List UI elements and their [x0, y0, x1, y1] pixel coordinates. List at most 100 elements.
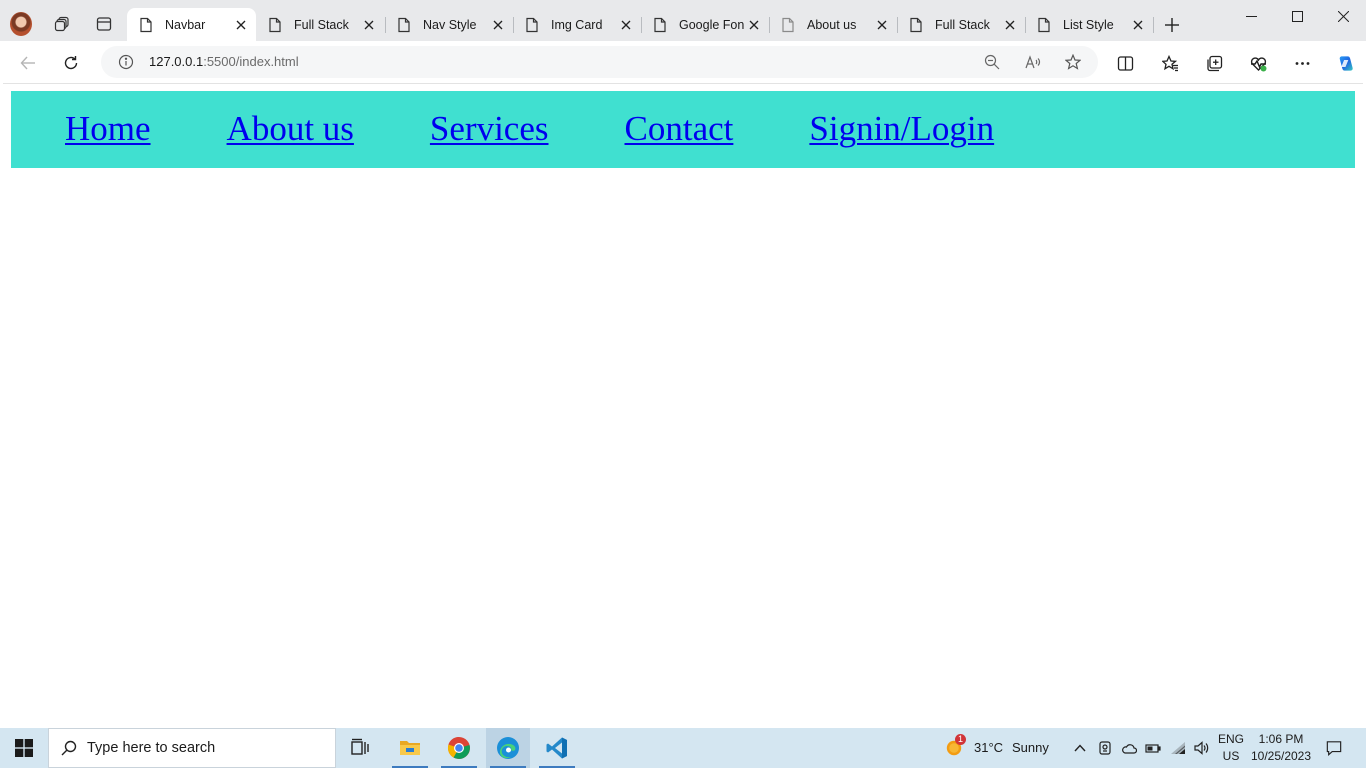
chevron-up-icon[interactable]: [1071, 739, 1089, 757]
refresh-button[interactable]: [58, 50, 84, 76]
nav-link-services[interactable]: Services: [430, 109, 549, 148]
file-explorer-button[interactable]: [388, 728, 432, 768]
tab-navbar[interactable]: Navbar: [127, 8, 256, 41]
star-icon[interactable]: [1064, 53, 1082, 71]
nav-item: About us: [227, 109, 354, 149]
close-window-button[interactable]: [1320, 0, 1366, 32]
clock-time: 1:06 PM: [1258, 732, 1304, 746]
nav-link-contact[interactable]: Contact: [625, 109, 734, 148]
page-icon: [1038, 17, 1050, 33]
chrome-icon: [447, 736, 470, 759]
browser-toolbar: 127.0.0.1:5500/index.html: [0, 41, 1366, 83]
tab-title: Navbar: [165, 17, 206, 32]
copilot-icon[interactable]: [1332, 50, 1358, 76]
url-path: :5500/index.html: [203, 54, 299, 69]
chrome-button[interactable]: [437, 728, 481, 768]
notifications-icon[interactable]: [1324, 738, 1344, 758]
tab-full-stack[interactable]: Full Stack: [256, 9, 384, 41]
zoom-out-icon[interactable]: [983, 53, 1001, 71]
page-icon: [910, 17, 922, 33]
minimize-button[interactable]: [1228, 0, 1274, 32]
close-icon[interactable]: [1001, 16, 1019, 34]
address-bar[interactable]: 127.0.0.1:5500/index.html: [101, 46, 1098, 78]
close-icon[interactable]: [1129, 16, 1147, 34]
nav-link-signin-login[interactable]: Signin/Login: [809, 109, 994, 148]
weather-condition[interactable]: Sunny: [1012, 740, 1049, 755]
plus-icon: [1165, 18, 1179, 32]
folder-icon: [400, 741, 420, 755]
task-view-icon: [351, 738, 369, 755]
tab-title: Nav Style: [423, 18, 477, 32]
edge-icon: [497, 737, 519, 759]
windows-taskbar: Type here to search 1 31°C Sunny ENG US …: [0, 728, 1366, 768]
language-indicator[interactable]: ENG US: [1214, 731, 1248, 765]
onedrive-icon[interactable]: [1120, 739, 1138, 757]
tab-separator: [1153, 17, 1154, 33]
nav-link-home[interactable]: Home: [65, 109, 151, 148]
close-icon[interactable]: [873, 16, 891, 34]
minimize-icon: [1245, 15, 1257, 17]
page-icon: [398, 17, 410, 33]
tab-full-stack-2[interactable]: Full Stack: [897, 9, 1025, 41]
tab-title: About us: [807, 18, 857, 32]
read-aloud-icon[interactable]: [1024, 53, 1042, 71]
tab-title: List Style: [1063, 18, 1114, 32]
page-icon: [654, 17, 666, 33]
nav-link-list: Home About us Services Contact Signin/Lo…: [65, 109, 1070, 149]
more-icon[interactable]: [1291, 52, 1313, 74]
task-view-button[interactable]: [338, 728, 382, 768]
close-icon[interactable]: [617, 16, 635, 34]
favorites-icon[interactable]: [1159, 52, 1181, 74]
tab-nav-style[interactable]: Nav Style: [385, 9, 513, 41]
nav-link-about-us[interactable]: About us: [227, 109, 354, 148]
refresh-icon: [64, 56, 78, 70]
url-host: 127.0.0.1: [149, 54, 204, 69]
weather-temp[interactable]: 31°C: [974, 740, 1003, 755]
nav-item: Services: [430, 109, 549, 149]
collections-icon[interactable]: [1203, 52, 1225, 74]
heartbeat-icon[interactable]: [1247, 52, 1269, 74]
tab-actions-icon[interactable]: [92, 12, 116, 36]
system-clock[interactable]: 1:06 PM 10/25/2023: [1247, 731, 1315, 765]
url-text[interactable]: 127.0.0.1:5500/index.html: [149, 54, 299, 69]
maximize-icon: [1291, 10, 1303, 22]
search-placeholder: Type here to search: [87, 740, 216, 756]
tab-title: Img Card: [551, 18, 603, 32]
vscode-icon: [546, 737, 567, 759]
nav-item: Signin/Login: [809, 109, 994, 149]
wifi-icon[interactable]: [1169, 739, 1187, 757]
close-icon[interactable]: [360, 16, 378, 34]
split-screen-icon[interactable]: [1114, 52, 1136, 74]
site-navbar: Home About us Services Contact Signin/Lo…: [11, 91, 1355, 168]
edge-button[interactable]: [486, 728, 530, 768]
tab-title: Full Stack: [294, 18, 349, 32]
nav-item: Contact: [625, 109, 734, 149]
meet-now-icon[interactable]: [1096, 739, 1114, 757]
close-icon[interactable]: [232, 16, 250, 34]
tab-about-us[interactable]: About us: [769, 9, 897, 41]
tab-list-style[interactable]: List Style: [1025, 9, 1153, 41]
back-button[interactable]: [15, 50, 41, 76]
taskbar-search[interactable]: Type here to search: [48, 728, 336, 768]
tab-img-card[interactable]: Img Card: [513, 9, 641, 41]
info-icon[interactable]: [118, 54, 134, 70]
vscode-button[interactable]: [535, 728, 579, 768]
tab-google-fonts[interactable]: Google Fon: [641, 9, 769, 41]
page-icon: [526, 17, 538, 33]
new-tab-button[interactable]: [1160, 13, 1184, 37]
page-icon: [782, 17, 794, 33]
nav-item: Home: [65, 109, 151, 149]
close-icon[interactable]: [745, 16, 763, 34]
language-region: US: [1222, 749, 1240, 763]
close-icon: [1337, 10, 1349, 22]
start-button[interactable]: [0, 728, 48, 768]
profile-avatar[interactable]: [10, 12, 32, 36]
close-icon[interactable]: [489, 16, 507, 34]
volume-icon[interactable]: [1192, 739, 1210, 757]
back-arrow-icon: [20, 56, 35, 70]
battery-icon[interactable]: [1144, 739, 1162, 757]
tab-strip: Navbar Full Stack Nav Style Img Card Goo…: [0, 0, 1366, 41]
clock-date: 10/25/2023: [1250, 749, 1312, 763]
maximize-button[interactable]: [1274, 0, 1320, 32]
workspaces-icon[interactable]: [50, 12, 74, 36]
